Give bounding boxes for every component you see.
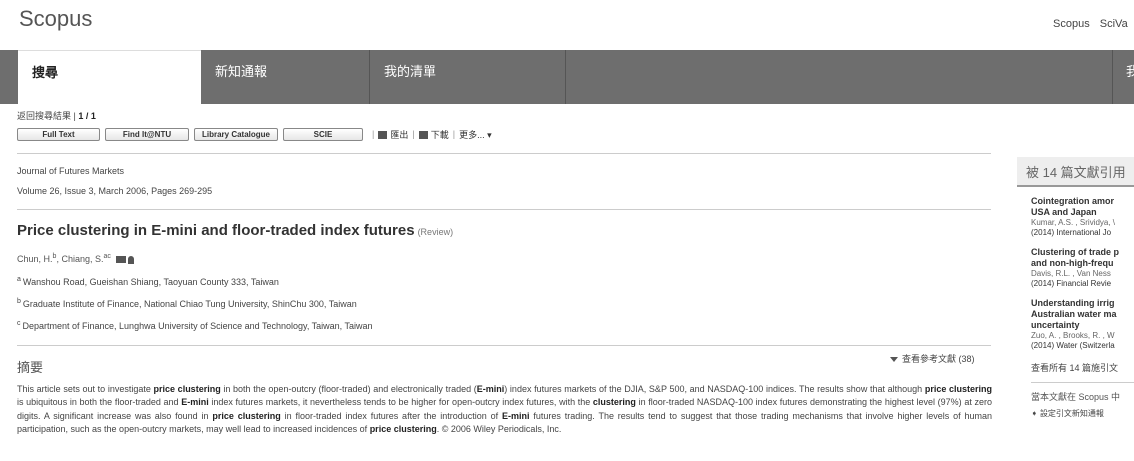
download-button[interactable]: 下載 [418,128,449,141]
volume-info: Volume 26, Issue 3, March 2006, Pages 26… [17,186,213,196]
cited-by-heading: 被 14 篇文獻引用 [1017,157,1134,187]
article-title: Price clustering in E-mini and floor-tra… [17,222,454,239]
search-term-highlight: E-mini [476,384,505,394]
chevron-down-icon: ▾ [487,129,492,140]
divider [17,345,991,346]
author-affiliation-marker: ac [103,253,111,260]
search-term-highlight: price clustering [153,384,221,394]
citation-title[interactable]: Understanding irrig [1031,298,1134,309]
abstract-text: This article sets out to investigate pri… [17,384,993,435]
sciverse-link[interactable]: SciVa [1100,18,1128,30]
download-icon [418,131,428,140]
library-catalogue-button[interactable]: Library Catalogue [194,127,278,141]
export-icon [378,131,388,140]
export-button[interactable]: 匯出 [378,128,408,141]
citation-source: (2014) International Jo [1031,228,1112,237]
scopus-logo[interactable]: Scopus [19,6,92,32]
citation-title[interactable]: uncertainty [1031,320,1134,331]
author-link[interactable]: Chun, H. [17,254,53,264]
tab-my-settings[interactable]: 我 [1113,50,1134,104]
result-position: 1 / 1 [78,111,96,121]
document-type: (Review) [417,227,454,237]
search-term-highlight: price clustering [924,384,993,394]
alert-arrow-icon: ➧ [1031,409,1038,418]
triangle-down-icon [890,357,898,363]
search-term-highlight: E-mini [181,397,209,408]
scopus-link[interactable]: Scopus [1053,18,1090,30]
author-list: Chun, H.b, Chiang, S.ac [17,253,135,264]
affiliation: a Wanshou Road, Gueishan Shiang, Taoyuan … [17,276,279,287]
tab-my-list[interactable]: 我的清單 [370,50,565,104]
tab-alerts[interactable]: 新知通報 [201,50,369,104]
search-term-highlight: price clustering [369,424,437,435]
view-references-link[interactable]: 查看參考文獻 (38) [890,352,975,365]
breadcrumb: 返回搜尋結果 | 1 / 1 [17,109,96,122]
author-affiliation-marker: b [52,253,57,260]
affiliation: b Graduate Institute of Finance, National… [17,298,357,309]
citation-title[interactable]: and non-high-frequ [1031,258,1134,269]
main-nav: 搜尋 新知通報 我的清單 我 [0,50,1134,104]
cited-by-panel: 被 14 篇文獻引用 Cointegration amor USA and Ja… [1017,157,1134,461]
citation-item[interactable]: Cointegration amor USA and Japan Kumar, … [1031,196,1134,238]
journal-name[interactable]: Journal of Futures Markets [17,166,124,176]
email-icon[interactable] [116,256,127,264]
search-term-highlight: price clustering [212,410,281,421]
divider [17,209,991,210]
search-term-highlight: clustering [592,397,636,408]
citation-authors: Kumar, A.S. , Srividya, \ [1031,218,1116,227]
author-link[interactable]: Chiang, S. [61,254,103,264]
full-text-button[interactable]: Full Text [17,127,100,141]
citation-title[interactable]: Cointegration amor [1031,196,1134,207]
breadcrumb-separator: | [73,111,76,121]
author-profile-icon[interactable] [128,255,135,264]
citation-title[interactable]: USA and Japan [1031,207,1134,218]
tab-search[interactable]: 搜尋 [18,50,201,104]
citation-title[interactable]: Australian water ma [1031,309,1134,320]
citation-item[interactable]: Clustering of trade p and non-high-frequ… [1031,247,1134,289]
citation-authors: Zuo, A. , Brooks, R. , W [1031,331,1115,340]
citation-authors: Davis, R.L. , Van Ness [1031,269,1111,278]
find-it-button[interactable]: Find It@NTU [105,127,189,141]
article-toolbar: Full Text Find It@NTU Library Catalogue … [17,127,492,141]
abstract-heading: 摘要 [17,360,44,375]
top-links: Scopus SciVa [1053,18,1134,30]
search-term-highlight: E-mini [502,410,530,421]
more-menu[interactable]: 更多... ▾ [459,128,492,141]
citation-title[interactable]: Clustering of trade p [1031,247,1134,258]
divider [1031,382,1134,383]
affiliation: c Department of Finance, Lunghwa Universi… [17,320,373,331]
citation-source: (2014) Water (Switzerla [1031,341,1115,350]
back-to-results-link[interactable]: 返回搜尋結果 [17,111,71,121]
citation-alert-note: 當本文獻在 Scopus 中 [1031,392,1121,402]
nav-divider [565,50,566,104]
set-citation-alert-link[interactable]: ➧ 設定引文新知通報 [1031,408,1134,419]
scie-button[interactable]: SCIE [283,127,363,141]
citation-item[interactable]: Understanding irrig Australian water ma … [1031,298,1134,351]
divider [17,153,991,154]
view-all-citing-link[interactable]: 查看所有 14 篇施引文 [1031,361,1134,374]
citation-source: (2014) Financial Revie [1031,279,1112,288]
